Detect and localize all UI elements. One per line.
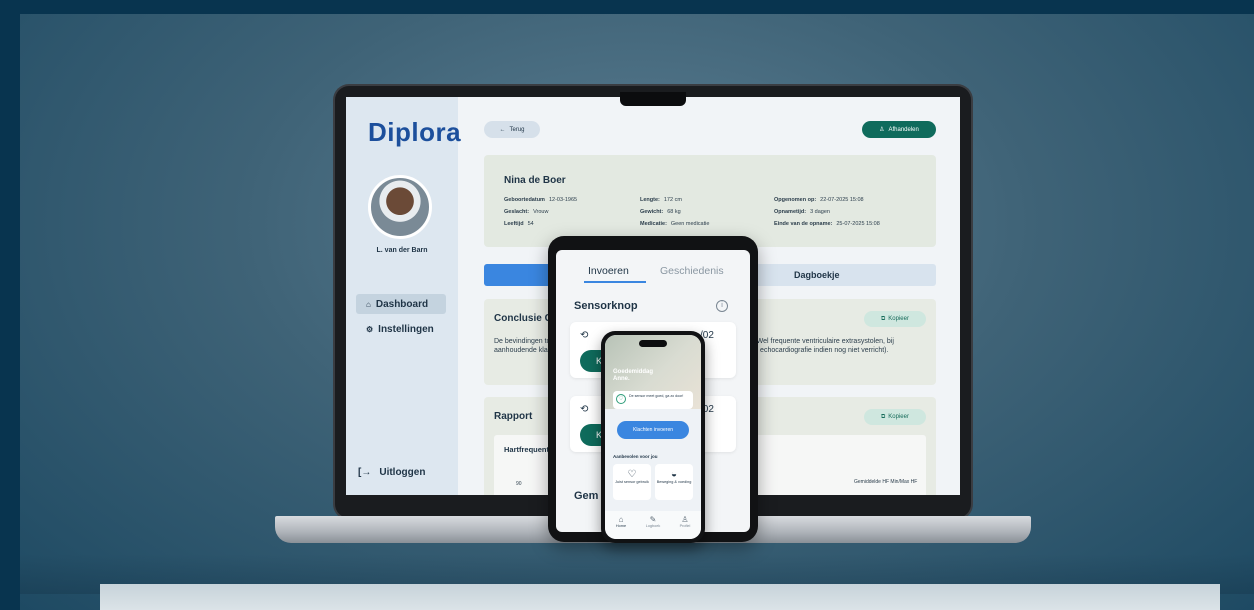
copy-label: Kopieer	[888, 414, 909, 420]
recommended-title: Aanbevolen voor jou	[613, 454, 658, 459]
field-weight: Gewicht: 68 kg	[640, 209, 681, 215]
app-logo: Diplora	[368, 117, 462, 147]
patient-name: Nina de Boer	[504, 175, 566, 186]
average-section-title: Gem	[574, 490, 599, 502]
y-tick-label: 90	[516, 481, 522, 487]
chart-legend: Gemiddelde HF Min/Max HF	[854, 479, 918, 485]
sensor-section-title: Sensorknop	[574, 300, 638, 312]
field-duration: Opnametijd: 3 dagen	[774, 209, 830, 215]
back-label: Terug	[509, 126, 525, 133]
home-icon: ⌂	[618, 515, 624, 524]
field-age: Leeftijd 54	[504, 221, 534, 227]
arrow-left-icon: ←	[499, 126, 506, 133]
back-button[interactable]: ← Terug	[484, 121, 540, 138]
field-medication: Medicatie: Geen medicatie	[640, 221, 710, 227]
report-title: Rapport	[494, 411, 533, 422]
greeting: Goedemiddag Anne.	[613, 369, 654, 382]
field-admitted: Opgenomen op: 22-07-2025 15:08	[774, 197, 864, 203]
field-end: Einde van de opname: 25-07-2025 15:08	[774, 221, 880, 227]
phone-screen: Goedemiddag Anne. ♡ De sensor meet goed,…	[605, 335, 701, 539]
tile-label: Beweging & voeding	[656, 480, 692, 484]
copy-label: Kopieer	[888, 316, 909, 322]
nav-profiel[interactable]: ♙ Profiel	[669, 515, 701, 528]
food-bowl-icon: ◒	[670, 469, 678, 480]
tab-underline	[584, 281, 646, 283]
copy-button[interactable]: ⧉ Kopieer	[864, 409, 926, 425]
patient-card: Nina de Boer Geboortedatum 12-03-1965 Ges…	[484, 155, 936, 247]
sidebar-item-instellingen[interactable]: ⚙ Instellingen	[356, 319, 446, 339]
avatar	[368, 175, 432, 239]
info-icon[interactable]: i	[716, 300, 728, 312]
sidebar: Diplora L. van der Barn ⌂ Dashboard ⚙ In…	[346, 97, 462, 495]
user-icon: ♙	[681, 515, 689, 524]
report-symptoms-button[interactable]: Klachten invoeren	[617, 421, 689, 439]
heart-icon: ♡	[616, 394, 626, 404]
doctor-name: L. van der Barn	[376, 247, 428, 254]
gear-icon: ⚙	[366, 324, 374, 334]
sidebar-item-dashboard[interactable]: ⌂ Dashboard	[356, 294, 446, 314]
copy-icon: ⧉	[881, 315, 886, 322]
field-height: Lengte: 172 cm	[640, 197, 682, 203]
user-icon: ♙	[879, 127, 885, 133]
tile-movement-food[interactable]: ◒ Beweging & voeding	[655, 464, 693, 500]
history-icon: ⟲	[580, 330, 589, 341]
tab-invoeren[interactable]: Invoeren	[588, 265, 629, 277]
bottom-nav: ⌂ Home ✎ Logboek ♙ Profiel	[605, 511, 701, 539]
floor-surface	[100, 584, 1220, 610]
nav-logboek[interactable]: ✎ Logboek	[637, 515, 669, 528]
home-icon: ⌂	[366, 299, 371, 309]
sensor-status-text: De sensor meet goed, ga zo door!	[629, 394, 684, 398]
logout-icon: [→	[358, 467, 372, 478]
tab-geschiedenis[interactable]: Geschiedenis	[660, 265, 724, 277]
field-birthdate: Geboortedatum 12-03-1965	[504, 197, 578, 203]
camera-notch	[620, 92, 686, 106]
logout-label: Uitloggen	[379, 467, 426, 478]
sensor-status-card: ♡ De sensor meet goed, ga zo door!	[613, 391, 693, 409]
sidebar-item-label: Instellingen	[378, 323, 434, 335]
history-icon: ⟲	[580, 404, 589, 415]
pencil-icon: ✎	[649, 515, 657, 524]
sidebar-item-label: Dashboard	[375, 298, 429, 310]
nav-home[interactable]: ⌂ Home	[605, 515, 637, 528]
field-gender: Geslacht: Vrouw	[504, 209, 549, 215]
finish-label: Afhandelen	[888, 126, 919, 133]
copy-button[interactable]: ⧉ Kopieer	[864, 311, 926, 327]
tile-sensor-use[interactable]: ♡ Juist sensor gebruik	[613, 464, 651, 500]
logout-button[interactable]: [→ Uitloggen	[358, 467, 425, 478]
heart-monitor-icon: ♡	[627, 469, 637, 480]
tab-dagboekje[interactable]: Dagboekje	[794, 270, 840, 280]
dynamic-island	[639, 340, 667, 347]
tile-label: Juist sensor gebruik	[615, 480, 649, 484]
copy-icon: ⧉	[881, 413, 886, 420]
tab-active[interactable]	[484, 264, 554, 286]
finish-button[interactable]: ♙ Afhandelen	[862, 121, 936, 138]
phone-device: Goedemiddag Anne. ♡ De sensor meet goed,…	[601, 331, 705, 543]
